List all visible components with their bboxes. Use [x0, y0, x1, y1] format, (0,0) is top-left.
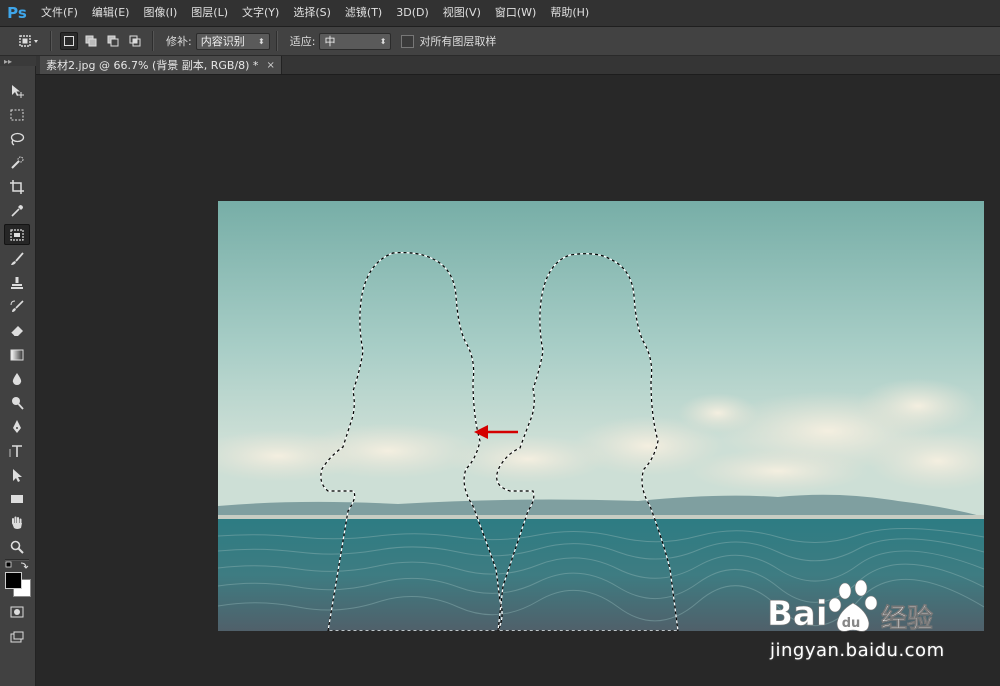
history-brush-icon: [10, 299, 24, 312]
svg-text:du: du: [842, 616, 861, 631]
baidu-paw-logo: Bai du 经验: [767, 579, 933, 634]
separator: [50, 31, 52, 51]
separator: [152, 31, 154, 51]
adapt-label: 适应:: [289, 35, 316, 48]
pen-icon: [13, 419, 21, 433]
lasso-icon: [10, 132, 25, 146]
adapt-value: 中: [324, 35, 336, 48]
history-brush-tool[interactable]: [4, 296, 30, 317]
move-icon: [12, 84, 24, 98]
rectangular-marquee-icon: [10, 109, 24, 120]
document-tab-title: 素材2.jpg @ 66.7% (背景 副本, RGB/8) *: [46, 59, 259, 72]
menu-edit[interactable]: 编辑(E): [85, 0, 137, 26]
patch-mode-value: 内容识别: [200, 35, 245, 48]
sample-all-layers-checkbox[interactable]: [401, 34, 415, 48]
menu-view[interactable]: 视图(V): [436, 0, 488, 26]
document-tab-row: 素材2.jpg @ 66.7% (背景 副本, RGB/8) * ×: [36, 56, 1000, 75]
watermark-url: jingyan.baidu.com: [770, 640, 945, 661]
gradient-icon: [10, 349, 24, 360]
blur-tool[interactable]: [4, 368, 30, 389]
separator: [275, 31, 278, 51]
new-selection-icon: [64, 36, 74, 46]
path-selection-tool[interactable]: [4, 464, 30, 485]
adapt-select[interactable]: 中 ⬍: [319, 32, 392, 50]
tools-panel: [0, 66, 36, 686]
menu-type[interactable]: 文字(Y): [235, 0, 286, 26]
document-tab[interactable]: 素材2.jpg @ 66.7% (背景 副本, RGB/8) * ×: [40, 56, 282, 74]
chevron-updown-icon: ⬍: [258, 36, 265, 46]
menu-layer[interactable]: 图层(L): [184, 0, 235, 26]
magnifier-icon: [10, 540, 24, 554]
default-colors-swap[interactable]: [4, 560, 32, 572]
sample-all-layers-label: 对所有图层取样: [419, 35, 497, 48]
toolbar-header[interactable]: ▸▸: [0, 56, 36, 66]
menu-file[interactable]: 文件(F): [34, 0, 85, 26]
chevron-updown-icon: ⬍: [379, 36, 387, 46]
foreground-color-swatch[interactable]: [5, 572, 22, 589]
quick-mask-button[interactable]: [4, 601, 30, 622]
quick-selection-tool[interactable]: [4, 152, 30, 173]
eyedropper-tool[interactable]: [4, 200, 30, 221]
patch-mode-select[interactable]: 内容识别 ⬍: [195, 32, 270, 50]
collapse-double-arrow-icon: ▸▸: [4, 57, 12, 66]
options-bar: 修补: 内容识别 ⬍ 适应: 中 ⬍ 对所有图层取样: [0, 27, 1000, 56]
hand-tool[interactable]: [4, 512, 30, 533]
menu-filter[interactable]: 滤镜(T): [338, 0, 389, 26]
stamp-icon: [11, 276, 23, 289]
new-selection-button[interactable]: [60, 32, 78, 50]
patch-icon: [19, 35, 38, 47]
hand-icon: [12, 516, 22, 529]
type-icon: [9, 444, 22, 457]
patch-tool[interactable]: [4, 224, 30, 245]
brush-tool[interactable]: [4, 248, 30, 269]
path-selection-arrow-icon: [13, 468, 22, 482]
lasso-tool[interactable]: [4, 128, 30, 149]
zoom-tool[interactable]: [4, 536, 30, 557]
eyedropper-icon: [11, 204, 23, 217]
tool-preset-picker[interactable]: [14, 30, 44, 52]
menu-3d[interactable]: 3D(D): [389, 0, 436, 26]
intersect-selection-button[interactable]: [126, 32, 144, 50]
add-selection-icon: [85, 35, 97, 47]
clone-stamp-tool[interactable]: [4, 272, 30, 293]
eraser-icon: [10, 325, 23, 336]
blur-drop-icon: [12, 372, 22, 385]
intersect-selection-icon: [129, 35, 141, 47]
crop-icon: [10, 179, 24, 194]
quick-selection-icon: [11, 156, 24, 169]
gradient-tool[interactable]: [4, 344, 30, 365]
subtract-selection-icon: [107, 35, 119, 47]
dodge-icon: [12, 396, 24, 410]
patch-label: 修补:: [166, 35, 192, 48]
marquee-tool[interactable]: [4, 104, 30, 125]
brush-icon: [11, 251, 24, 265]
seascape-photo: [218, 201, 984, 631]
rectangle-tool[interactable]: [4, 488, 30, 509]
quick-mask-icon: [10, 606, 24, 617]
swap-colors-icon: [5, 561, 29, 569]
svg-text:Bai: Bai: [767, 594, 828, 634]
patch-icon: [10, 228, 24, 241]
screen-mode-button[interactable]: [4, 627, 30, 648]
menu-help[interactable]: 帮助(H): [543, 0, 596, 26]
crop-tool[interactable]: [4, 176, 30, 197]
add-to-selection-button[interactable]: [82, 32, 100, 50]
dodge-tool[interactable]: [4, 392, 30, 413]
type-tool[interactable]: [4, 440, 30, 461]
screen-mode-icon: [10, 631, 24, 642]
menu-image[interactable]: 图像(I): [136, 0, 184, 26]
menu-select[interactable]: 选择(S): [286, 0, 338, 26]
move-tool[interactable]: [4, 80, 30, 101]
photoshop-logo: Ps: [7, 4, 27, 22]
rectangle-shape-icon: [11, 494, 23, 503]
menu-window[interactable]: 窗口(W): [488, 0, 543, 26]
svg-text:经验: 经验: [881, 603, 933, 634]
eraser-tool[interactable]: [4, 320, 30, 341]
close-icon[interactable]: ×: [266, 60, 274, 71]
subtract-from-selection-button[interactable]: [104, 32, 122, 50]
svg-text:▸▸: ▸▸: [4, 57, 12, 66]
menu-bar: Ps 文件(F) 编辑(E) 图像(I) 图层(L) 文字(Y) 选择(S) 滤…: [0, 0, 1000, 27]
pen-tool[interactable]: [4, 416, 30, 437]
document-image[interactable]: [218, 201, 984, 631]
